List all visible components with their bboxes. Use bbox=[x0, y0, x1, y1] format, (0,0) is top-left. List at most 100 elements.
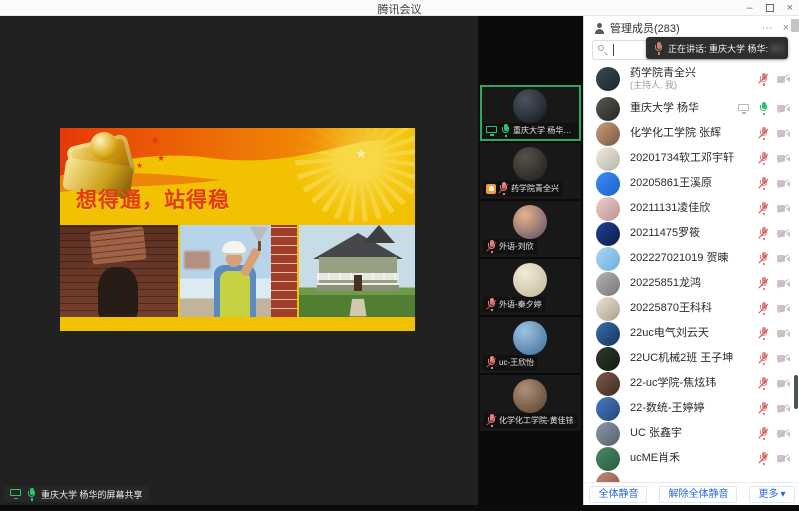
camera-off-icon[interactable] bbox=[777, 404, 790, 413]
mic-muted-icon[interactable] bbox=[758, 452, 769, 465]
screen-share-status-badge: 重庆大学 杨华的屏幕共享 bbox=[4, 486, 149, 502]
member-row[interactable]: 药学院青全兴(主持人, 我) bbox=[584, 62, 799, 96]
panel-more-icon[interactable]: ··· bbox=[762, 22, 773, 34]
member-name: 药学院青全兴 bbox=[630, 67, 752, 80]
camera-off-icon[interactable] bbox=[777, 329, 790, 338]
member-avatar bbox=[596, 172, 620, 196]
camera-off-icon[interactable] bbox=[777, 354, 790, 363]
camera-off-icon[interactable] bbox=[777, 154, 790, 163]
video-thumbnail[interactable]: 药学院青全兴 bbox=[480, 143, 581, 199]
speaking-mic-icon bbox=[653, 42, 664, 55]
camera-off-icon[interactable] bbox=[777, 104, 790, 113]
member-row[interactable]: 20205861王溪原 bbox=[584, 171, 799, 196]
thumbnail-strip[interactable]: 重庆大学 杨华的屏幕...药学院青全兴外语-刘欣外语-秦夕婷uc-王欣怡化学化工… bbox=[478, 16, 583, 511]
camera-off-icon[interactable] bbox=[777, 279, 790, 288]
mic-muted-icon[interactable] bbox=[486, 414, 497, 427]
member-row[interactable]: 20211131凌佳欣 bbox=[584, 196, 799, 221]
member-text: 22UC机械2班 王子坤 bbox=[630, 352, 752, 365]
mic-muted-icon[interactable] bbox=[758, 352, 769, 365]
more-button[interactable]: 更多▾ bbox=[749, 486, 794, 503]
star-icon: ★ bbox=[157, 154, 165, 163]
mic-muted-icon[interactable] bbox=[758, 177, 769, 190]
member-avatar bbox=[596, 422, 620, 446]
member-row[interactable]: 重庆大学 杨华 bbox=[584, 96, 799, 121]
member-row[interactable]: 22uc电气刘云天 bbox=[584, 321, 799, 346]
mic-muted-icon[interactable] bbox=[758, 377, 769, 390]
mic-muted-icon[interactable] bbox=[498, 182, 509, 195]
mic-muted-icon[interactable] bbox=[486, 356, 497, 369]
member-row[interactable] bbox=[584, 471, 799, 482]
camera-off-icon[interactable] bbox=[777, 204, 790, 213]
member-row[interactable]: UC 张鑫宇 bbox=[584, 421, 799, 446]
mic-muted-icon[interactable] bbox=[758, 227, 769, 240]
member-row[interactable]: 20211475罗筱 bbox=[584, 221, 799, 246]
member-panel: 管理成员(283) ··· × 正在讲话: 重庆大学 杨华: 药学院青全兴(主持… bbox=[583, 16, 799, 511]
mic-muted-icon[interactable] bbox=[758, 152, 769, 165]
unmute-all-button[interactable]: 解除全体静音 bbox=[659, 486, 737, 503]
mic-muted-icon[interactable] bbox=[486, 298, 497, 311]
member-panel-footer: 全体静音 解除全体静音 更多▾ bbox=[584, 482, 799, 505]
speaking-toast-text: 正在讲话: 重庆大学 杨华: bbox=[668, 42, 768, 55]
camera-off-icon[interactable] bbox=[777, 179, 790, 188]
maximize-button[interactable] bbox=[766, 4, 774, 12]
participant-name: 化学化工学院-黄佳铱 bbox=[499, 415, 574, 426]
member-row[interactable]: 22UC机械2班 王子坤 bbox=[584, 346, 799, 371]
member-controls bbox=[758, 127, 790, 140]
camera-off-icon[interactable] bbox=[777, 254, 790, 263]
mic-muted-icon[interactable] bbox=[758, 427, 769, 440]
window-close-button[interactable]: × bbox=[787, 3, 793, 14]
member-avatar bbox=[596, 397, 620, 421]
screen-share-icon bbox=[10, 489, 22, 499]
video-thumbnail[interactable]: 外语-刘欣 bbox=[480, 201, 581, 257]
mic-muted-icon[interactable] bbox=[758, 402, 769, 415]
member-avatar bbox=[596, 447, 620, 471]
member-row[interactable]: 20225870王科科 bbox=[584, 296, 799, 321]
member-row[interactable]: 22-uc学院-焦炫玮 bbox=[584, 371, 799, 396]
member-row[interactable]: 202227021019 贺暕 bbox=[584, 246, 799, 271]
video-thumbnail[interactable]: 外语-秦夕婷 bbox=[480, 259, 581, 315]
mic-muted-icon[interactable] bbox=[758, 73, 769, 86]
mic-muted-icon[interactable] bbox=[486, 240, 497, 253]
member-avatar bbox=[596, 272, 620, 296]
mic-muted-icon[interactable] bbox=[758, 302, 769, 315]
member-row[interactable]: 22-数统-王婷婷 bbox=[584, 396, 799, 421]
panel-close-icon[interactable]: × bbox=[783, 22, 789, 34]
member-avatar bbox=[596, 197, 620, 221]
minimize-button[interactable]: – bbox=[746, 3, 752, 14]
member-controls bbox=[758, 152, 790, 165]
participant-avatar bbox=[513, 147, 547, 181]
camera-off-icon[interactable] bbox=[777, 379, 790, 388]
member-row[interactable]: 20201734软工邓宇轩 bbox=[584, 146, 799, 171]
member-name: 202227021019 贺暕 bbox=[630, 252, 752, 265]
mic-muted-icon[interactable] bbox=[758, 127, 769, 140]
member-row[interactable]: 20225851龙鸿 bbox=[584, 271, 799, 296]
participant-avatar bbox=[513, 89, 547, 123]
presentation-slide: ★ ★ ★ ★ 想得通，站得稳 bbox=[60, 128, 415, 331]
camera-off-icon[interactable] bbox=[777, 304, 790, 313]
camera-off-icon[interactable] bbox=[777, 454, 790, 463]
video-thumbnail[interactable]: 化学化工学院-黄佳铱 bbox=[480, 375, 581, 431]
panel-collapse-handle[interactable] bbox=[791, 19, 799, 32]
mic-on-icon[interactable] bbox=[758, 102, 769, 115]
member-avatar bbox=[596, 322, 620, 346]
mic-muted-icon[interactable] bbox=[758, 277, 769, 290]
member-row[interactable]: ucME肖禾 bbox=[584, 446, 799, 471]
camera-off-icon[interactable] bbox=[777, 129, 790, 138]
mic-muted-icon[interactable] bbox=[758, 202, 769, 215]
mic-muted-icon[interactable] bbox=[758, 327, 769, 340]
mic-on-icon[interactable] bbox=[500, 124, 511, 137]
member-list-scrollbar[interactable] bbox=[794, 375, 798, 409]
mute-all-button[interactable]: 全体静音 bbox=[589, 486, 647, 503]
member-controls bbox=[758, 302, 790, 315]
video-thumbnail[interactable]: 重庆大学 杨华的屏幕... bbox=[480, 85, 581, 141]
member-row[interactable]: 化学化工学院 张辉 bbox=[584, 121, 799, 146]
camera-off-icon[interactable] bbox=[777, 429, 790, 438]
video-thumbnail[interactable]: uc-王欣怡 bbox=[480, 317, 581, 373]
tencent-meeting-window: 腾讯会议 – × ★ bbox=[0, 0, 799, 511]
mic-muted-icon[interactable] bbox=[758, 252, 769, 265]
member-controls bbox=[758, 202, 790, 215]
camera-off-icon[interactable] bbox=[777, 229, 790, 238]
member-name: 化学化工学院 张辉 bbox=[630, 127, 752, 140]
camera-off-icon[interactable] bbox=[777, 75, 790, 84]
star-icon: ★ bbox=[136, 162, 143, 170]
